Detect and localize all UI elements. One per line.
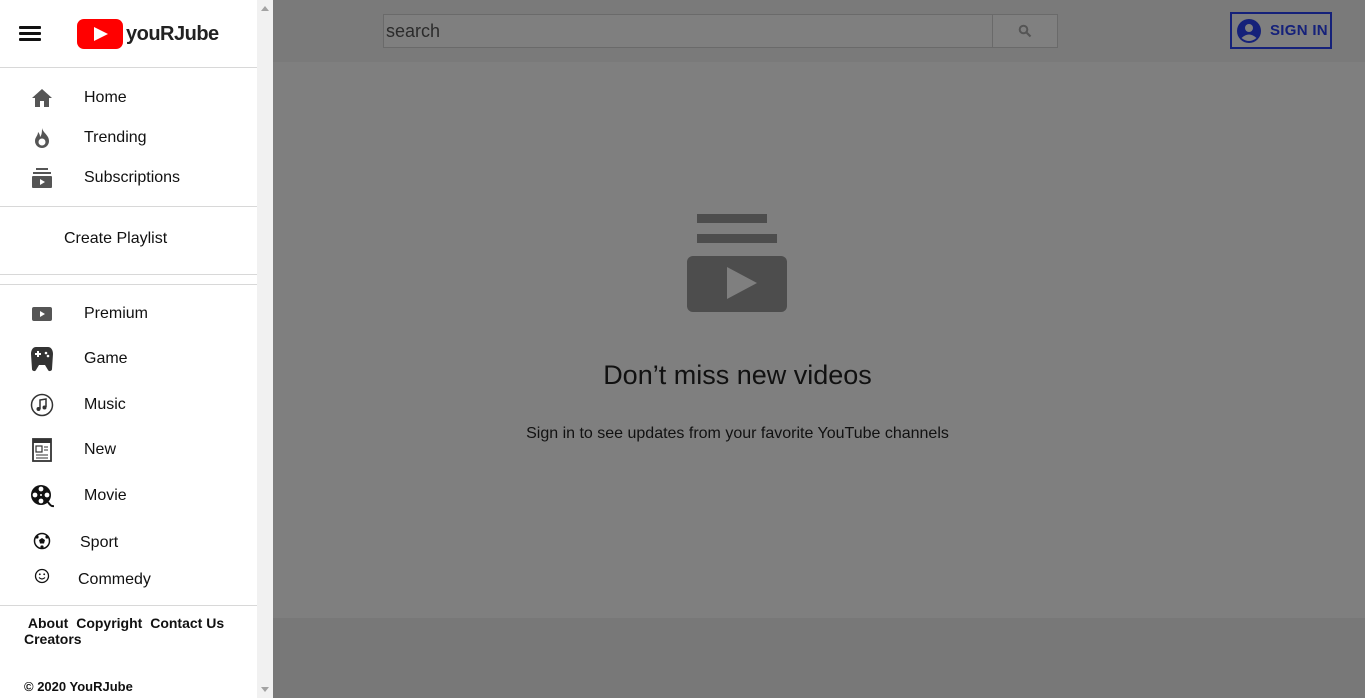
sidebar-item-game[interactable]: Game xyxy=(0,341,257,377)
film-reel-icon xyxy=(30,484,54,508)
divider xyxy=(0,605,257,606)
fire-icon xyxy=(30,126,54,150)
bottom-strip xyxy=(273,618,1365,698)
premium-icon xyxy=(30,302,54,326)
account-circle-icon xyxy=(1237,18,1261,43)
gamepad-icon xyxy=(30,347,54,372)
sidebar-item-trending[interactable]: Trending xyxy=(0,120,257,156)
empty-state-title: Don’t miss new videos xyxy=(603,360,872,390)
main-area: SIGN IN Don’t miss new videos Sign in to… xyxy=(273,0,1365,698)
sidebar-item-movie[interactable]: Movie xyxy=(0,478,257,514)
sidebar-item-commedy[interactable]: Commedy xyxy=(0,561,257,597)
divider xyxy=(0,284,257,285)
scroll-down-arrow-icon[interactable] xyxy=(261,687,269,692)
sidebar-item-music[interactable]: Music xyxy=(0,387,257,423)
sidebar-item-sport[interactable]: Sport xyxy=(0,524,257,560)
sidebar: youRJube Home Trending Subscriptions Cre… xyxy=(0,0,257,698)
sidebar-item-label: Home xyxy=(84,89,127,106)
copyright: © 2020 YouRJube xyxy=(24,679,133,694)
empty-state-subtitle: Sign in to see updates from your favorit… xyxy=(526,425,949,442)
search-button[interactable] xyxy=(992,14,1058,48)
sign-in-button[interactable]: SIGN IN xyxy=(1230,12,1332,49)
play-logo-icon xyxy=(77,19,123,49)
sidebar-item-label: Sport xyxy=(80,534,119,551)
search-icon xyxy=(1018,24,1032,38)
sidebar-item-label: Subscriptions xyxy=(84,169,181,186)
search-input[interactable] xyxy=(383,14,993,48)
empty-state: Don’t miss new videos Sign in to see upd… xyxy=(273,62,1365,618)
soccer-ball-icon xyxy=(30,529,54,553)
logo-row: youRJube xyxy=(0,0,257,68)
sign-in-label: SIGN IN xyxy=(1270,22,1328,39)
logo-text: youRJube xyxy=(126,22,219,45)
sidebar-scrollbar[interactable] xyxy=(257,0,273,698)
footer-link-contact-us[interactable]: Contact Us xyxy=(150,615,224,631)
sidebar-item-label: New xyxy=(84,441,117,458)
footer-links: About Copyright Contact Us Creators xyxy=(24,615,234,647)
logo[interactable]: youRJube xyxy=(77,18,219,50)
top-bar: SIGN IN xyxy=(273,0,1365,62)
home-icon xyxy=(30,86,54,110)
scroll-up-arrow-icon[interactable] xyxy=(261,6,269,11)
sidebar-item-label: Game xyxy=(84,350,128,367)
footer-link-copyright[interactable]: Copyright xyxy=(76,615,142,631)
footer-link-creators[interactable]: Creators xyxy=(24,631,82,647)
music-icon xyxy=(30,393,54,417)
sidebar-item-subscriptions[interactable]: Subscriptions xyxy=(0,160,257,196)
hamburger-menu-icon[interactable] xyxy=(18,22,44,44)
divider xyxy=(0,206,257,207)
sidebar-item-label: Premium xyxy=(84,305,149,322)
sidebar-item-premium[interactable]: Premium xyxy=(0,296,257,332)
footer-link-about[interactable]: About xyxy=(28,615,68,631)
sidebar-item-label: Music xyxy=(84,396,126,413)
sidebar-item-new[interactable]: New xyxy=(0,432,257,468)
smiley-icon xyxy=(30,564,54,588)
newspaper-icon xyxy=(30,438,54,462)
create-playlist-button[interactable]: Create Playlist xyxy=(64,230,167,248)
subscriptions-icon xyxy=(687,214,787,312)
sidebar-item-home[interactable]: Home xyxy=(0,80,257,116)
sidebar-item-label: Trending xyxy=(84,129,147,146)
divider xyxy=(0,274,257,275)
subscriptions-icon xyxy=(30,166,54,190)
sidebar-item-label: Commedy xyxy=(78,571,151,588)
sidebar-item-label: Movie xyxy=(84,487,127,504)
